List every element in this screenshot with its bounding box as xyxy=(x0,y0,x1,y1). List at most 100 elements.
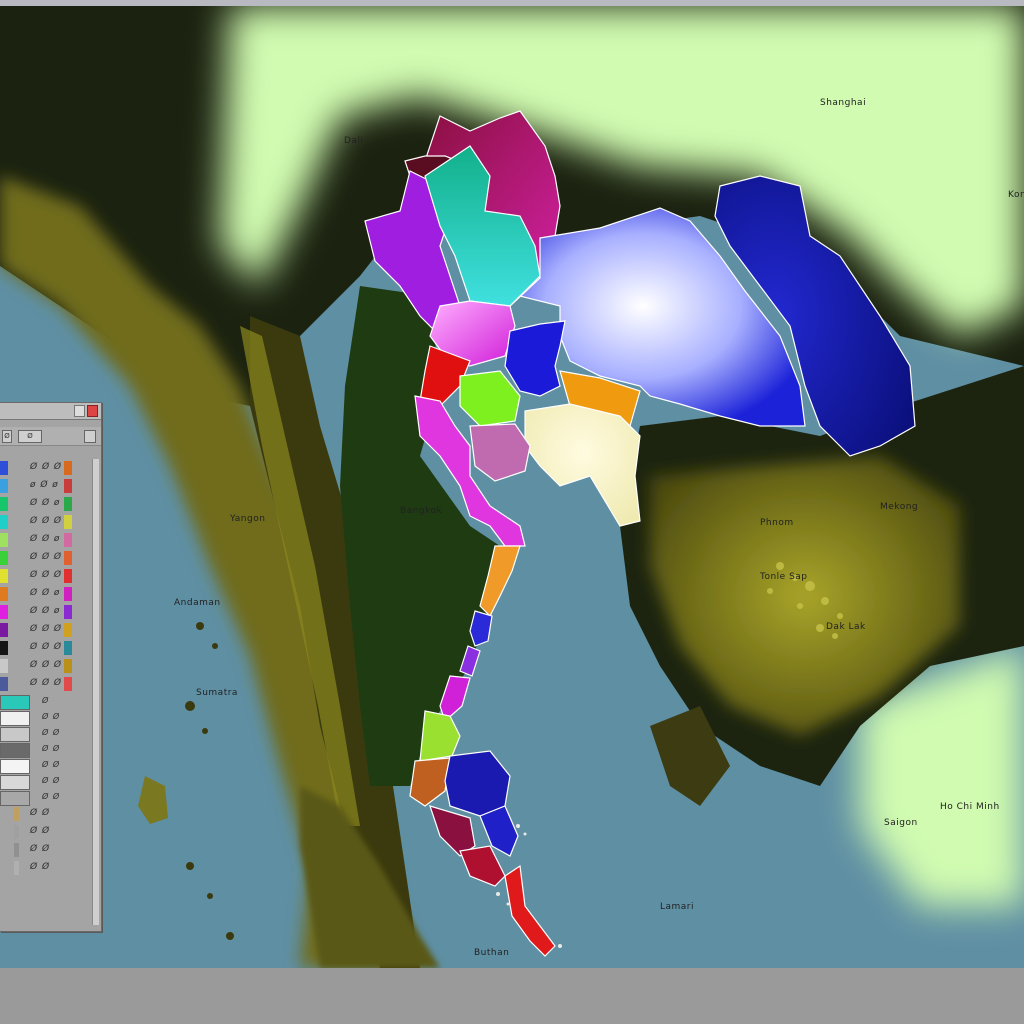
swatch-color[interactable] xyxy=(0,641,8,655)
swatch-label: Ø Ø Ø xyxy=(30,660,62,670)
map-label: Yangon xyxy=(230,514,266,524)
swatch-row[interactable]: Ø Ø ø xyxy=(0,585,92,603)
swatch-list: Ø Ø Øø Ø øØ Ø øØ Ø ØØ Ø øØ Ø ØØ Ø ØØ Ø ø… xyxy=(0,459,92,877)
swatch-row[interactable]: Ø Ø xyxy=(0,823,92,841)
swatch-row[interactable]: Ø Ø ø xyxy=(0,531,92,549)
swatch-label: Ø Ø Ø xyxy=(30,462,62,472)
swatch-row[interactable]: Ø Ø Ø xyxy=(0,549,92,567)
swatch-bar-row[interactable]: Ø Ø xyxy=(0,725,92,742)
swatch-bar-label: Ø Ø xyxy=(42,776,61,785)
swatch-bar[interactable] xyxy=(0,695,30,710)
swatch-bar-row[interactable]: Ø Ø xyxy=(0,741,92,758)
swatch-color[interactable] xyxy=(0,551,8,565)
swatch-label: Ø Ø ø xyxy=(30,498,61,508)
palette-scrollbar[interactable] xyxy=(92,459,99,925)
swatch-label: Ø Ø ø xyxy=(30,606,61,616)
swatch-color[interactable] xyxy=(0,659,8,673)
swatch-color[interactable] xyxy=(0,623,8,637)
map-canvas[interactable]: Shanghai Dali Yangon Andaman Buthan Bang… xyxy=(0,6,1024,968)
swatch-color[interactable] xyxy=(14,825,19,839)
swatch-label: Ø Ø ø xyxy=(30,588,61,598)
swatch-color-secondary[interactable] xyxy=(64,659,72,673)
swatch-bar[interactable] xyxy=(0,727,30,742)
swatch-label: Ø Ø xyxy=(30,862,51,872)
swatch-color-secondary[interactable] xyxy=(64,461,72,475)
swatch-row[interactable]: Ø Ø Ø xyxy=(0,675,92,693)
swatch-color[interactable] xyxy=(0,587,8,601)
swatch-color-secondary[interactable] xyxy=(64,641,72,655)
swatch-color-secondary[interactable] xyxy=(64,569,72,583)
swatch-color[interactable] xyxy=(0,605,8,619)
swatch-row[interactable]: Ø Ø Ø xyxy=(0,621,92,639)
swatch-row[interactable]: Ø Ø Ø xyxy=(0,657,92,675)
palette-titlebar[interactable] xyxy=(0,403,101,420)
toolbar-button[interactable] xyxy=(84,430,96,443)
palette-toolbar: Ø Ø xyxy=(0,427,101,446)
swatch-bar-label: Ø Ø xyxy=(42,744,61,753)
swatch-bar[interactable] xyxy=(0,775,30,790)
swatch-label: Ø Ø Ø xyxy=(30,516,62,526)
swatch-row[interactable]: Ø Ø xyxy=(0,859,92,877)
color-palette-panel[interactable]: Ø Ø Ø Ø Øø Ø øØ Ø øØ Ø ØØ Ø øØ Ø ØØ Ø ØØ… xyxy=(0,402,102,932)
swatch-bar-row[interactable]: Ø Ø xyxy=(0,757,92,774)
swatch-bar-label: Ø Ø xyxy=(42,728,61,737)
swatch-row[interactable]: Ø Ø xyxy=(0,841,92,859)
swatch-label: Ø Ø xyxy=(30,826,51,836)
swatch-row[interactable]: Ø Ø xyxy=(0,805,92,823)
toolbar-button[interactable]: Ø xyxy=(2,430,12,443)
swatch-row[interactable]: Ø Ø Ø xyxy=(0,639,92,657)
swatch-label: Ø Ø ø xyxy=(30,534,61,544)
swatch-bar-row[interactable]: Ø Ø xyxy=(0,773,92,790)
swatch-label: Ø Ø xyxy=(30,808,51,818)
swatch-color-secondary[interactable] xyxy=(64,605,72,619)
swatch-row[interactable]: Ø Ø ø xyxy=(0,495,92,513)
map-label: Shanghai xyxy=(820,98,867,108)
toolbar-button[interactable]: Ø xyxy=(18,430,42,443)
swatch-label: Ø Ø Ø xyxy=(30,552,62,562)
swatch-row[interactable]: Ø Ø Ø xyxy=(0,513,92,531)
swatch-bar-row[interactable]: Ø Ø xyxy=(0,709,92,726)
swatch-bar-label: Ø xyxy=(42,696,50,705)
swatch-color-secondary[interactable] xyxy=(64,533,72,547)
minimize-icon[interactable] xyxy=(74,405,85,417)
swatch-color-secondary[interactable] xyxy=(64,479,72,493)
swatch-row[interactable]: ø Ø ø xyxy=(0,477,92,495)
swatch-color[interactable] xyxy=(0,677,8,691)
map-label: Bangkok xyxy=(400,506,443,516)
swatch-label: Ø Ø Ø xyxy=(30,570,62,580)
map-label: Buthan xyxy=(474,948,510,958)
swatch-color[interactable] xyxy=(0,515,8,529)
swatch-color[interactable] xyxy=(14,843,19,857)
swatch-color[interactable] xyxy=(0,497,8,511)
map-label: Sumatra xyxy=(196,688,238,698)
swatch-color[interactable] xyxy=(14,861,19,875)
swatch-color-secondary[interactable] xyxy=(64,515,72,529)
swatch-color[interactable] xyxy=(14,807,19,821)
swatch-label: Ø Ø Ø xyxy=(30,678,62,688)
swatch-bar-row[interactable]: Ø Ø xyxy=(0,789,92,806)
swatch-color-secondary[interactable] xyxy=(64,623,72,637)
swatch-color[interactable] xyxy=(0,533,8,547)
map-label: Tonle Sap xyxy=(760,572,808,582)
swatch-bar[interactable] xyxy=(0,711,30,726)
swatch-row[interactable]: Ø Ø Ø xyxy=(0,567,92,585)
swatch-bar-label: Ø Ø xyxy=(42,792,61,801)
swatch-color[interactable] xyxy=(0,569,8,583)
close-icon[interactable] xyxy=(87,405,98,417)
swatch-row[interactable]: Ø Ø Ø xyxy=(0,459,92,477)
swatch-bar-row[interactable]: Ø xyxy=(0,693,92,710)
swatch-label: ø Ø ø xyxy=(30,480,59,490)
swatch-color[interactable] xyxy=(0,479,8,493)
swatch-bar[interactable] xyxy=(0,791,30,806)
swatch-row[interactable]: Ø Ø ø xyxy=(0,603,92,621)
swatch-bar[interactable] xyxy=(0,759,30,774)
swatch-color-secondary[interactable] xyxy=(64,587,72,601)
swatch-bar[interactable] xyxy=(0,743,30,758)
swatch-bar-label: Ø Ø xyxy=(42,712,61,721)
swatch-color[interactable] xyxy=(0,461,8,475)
swatch-color-secondary[interactable] xyxy=(64,497,72,511)
swatch-color-secondary[interactable] xyxy=(64,677,72,691)
map-label: Dali xyxy=(344,136,364,146)
swatch-color-secondary[interactable] xyxy=(64,551,72,565)
map-svg xyxy=(0,6,1024,968)
